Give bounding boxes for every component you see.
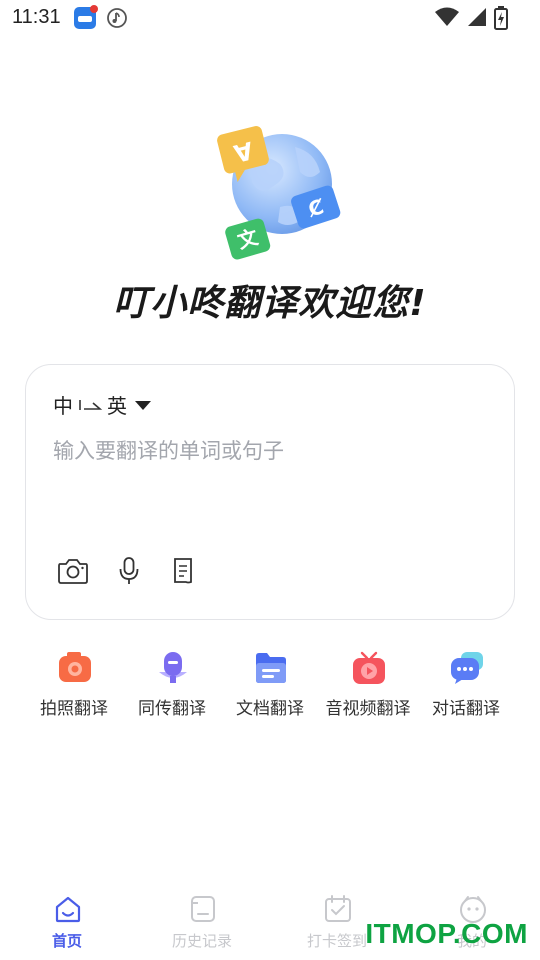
microphone-icon[interactable] <box>112 555 146 587</box>
feature-simultaneous-translate[interactable]: 同传翻译 <box>122 648 222 719</box>
language-swap-icon[interactable] <box>77 394 103 414</box>
welcome-title: 叮小咚翻译欢迎您! <box>113 283 427 324</box>
document-icon[interactable] <box>166 555 200 587</box>
tab-home[interactable]: 首页 <box>17 890 117 954</box>
home-icon <box>55 896 81 923</box>
music-notification-icon <box>107 8 127 28</box>
document-translate-icon <box>256 653 286 683</box>
status-time: 11:31 <box>12 6 61 28</box>
chevron-down-icon[interactable] <box>135 400 151 410</box>
tab-label: 历史记录 <box>171 932 232 950</box>
feature-dialogue-translate[interactable]: 对话翻译 <box>416 648 516 719</box>
feature-label: 对话翻译 <box>432 699 500 719</box>
checkin-calendar-icon <box>325 895 351 922</box>
target-language[interactable]: 英 <box>107 390 127 419</box>
translate-input[interactable] <box>53 439 483 463</box>
tab-label: 首页 <box>51 932 82 950</box>
globe-translate-illustration: A Ȼ 文 <box>217 126 341 260</box>
feature-shortcuts: 拍照翻译 同传翻译 文档翻译 音视频翻译 对话翻译 <box>24 648 516 719</box>
source-language[interactable]: 中 <box>53 390 73 419</box>
feature-document-translate[interactable]: 文档翻译 <box>220 648 320 719</box>
feature-photo-translate[interactable]: 拍照翻译 <box>24 648 124 719</box>
bus-app-notification-icon <box>74 5 98 29</box>
microphone-translate-icon <box>159 652 187 683</box>
status-bar: 11:31 <box>0 0 540 36</box>
camera-icon[interactable] <box>56 555 90 587</box>
cell-signal-icon <box>468 8 486 26</box>
feature-av-translate[interactable]: 音视频翻译 <box>318 648 418 719</box>
language-selector[interactable]: 中 英 <box>53 390 151 419</box>
translate-card: 中 英 <box>25 364 515 620</box>
video-translate-icon <box>353 651 385 684</box>
tab-history[interactable]: 历史记录 <box>152 890 252 954</box>
camera-translate-icon <box>59 652 91 682</box>
history-icon <box>191 896 215 922</box>
watermark-text: ITMOP.COM <box>365 918 528 949</box>
dialogue-translate-icon <box>451 652 483 684</box>
battery-icon <box>494 6 508 30</box>
wifi-icon <box>435 7 459 26</box>
